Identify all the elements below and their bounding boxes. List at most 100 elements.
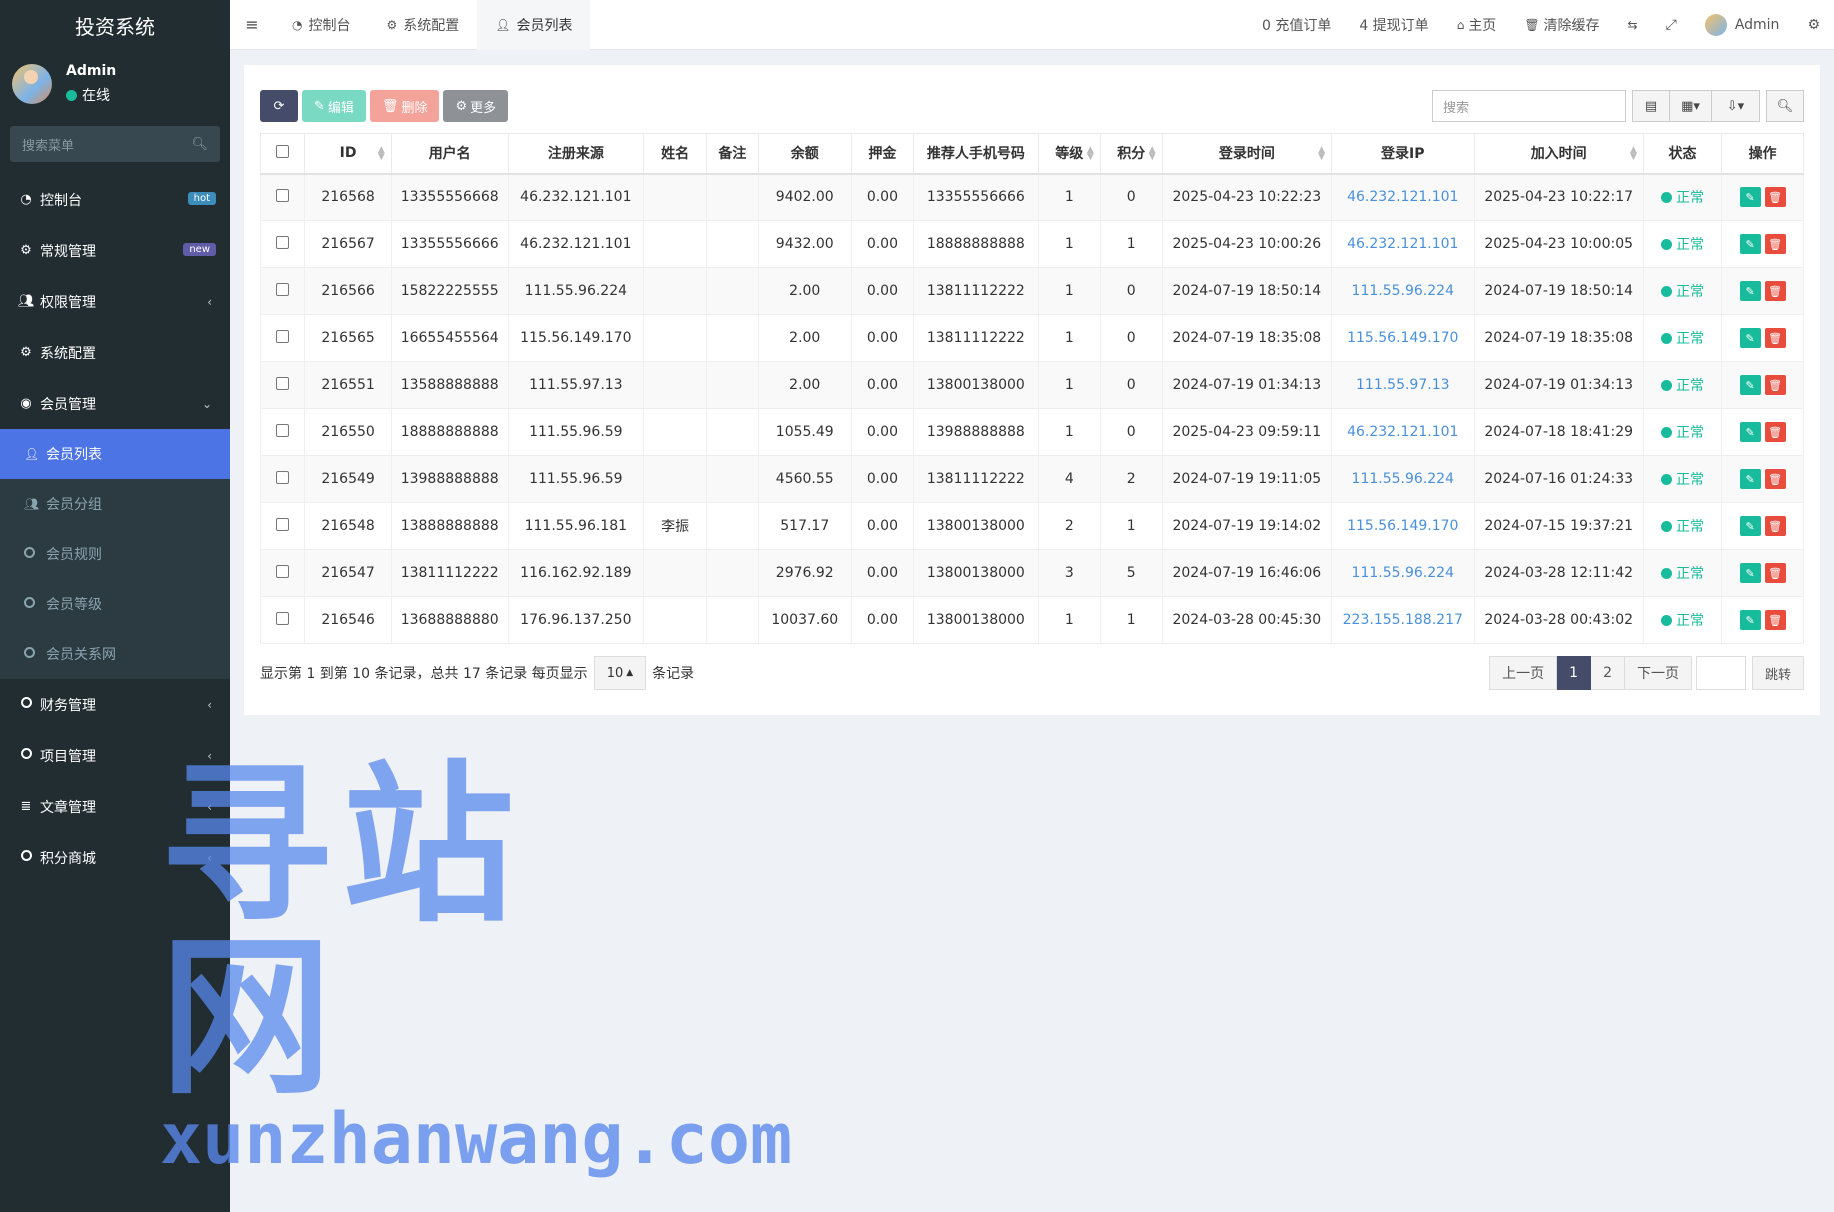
row-checkbox[interactable] <box>276 329 290 343</box>
row-checkbox[interactable] <box>276 517 290 531</box>
row-delete-button[interactable]: 🗑︎ <box>1764 328 1786 348</box>
page-2-button[interactable]: 2 <box>1591 656 1625 690</box>
row-delete-button[interactable]: 🗑︎ <box>1764 375 1786 395</box>
col-login-time[interactable]: 登录时间 ▲ ▼ <box>1161 133 1333 175</box>
row-delete-button[interactable]: 🗑︎ <box>1764 563 1786 583</box>
row-delete-button[interactable]: 🗑︎ <box>1764 187 1786 208</box>
export-button[interactable]: ⇩▾ <box>1712 90 1760 122</box>
tab-member-list[interactable]: 👤︎ 会员列表 <box>477 0 591 50</box>
sidebar-item-member-group[interactable]: 👥︎ 会员分组 <box>0 479 230 529</box>
refresh-button[interactable]: ⟳ <box>260 90 298 122</box>
sidebar-item-config[interactable]: ⚙ 系统配置 <box>0 327 230 378</box>
login-ip-link[interactable]: 115.56.149.170 <box>1347 330 1458 346</box>
sidebar-item-member-network[interactable]: 会员关系网 <box>0 629 230 679</box>
login-ip-link[interactable]: 111.55.96.224 <box>1352 565 1454 581</box>
row-edit-button[interactable]: ✎ <box>1739 375 1761 395</box>
page-1-button[interactable]: 1 <box>1557 656 1592 690</box>
tab-dashboard[interactable]: ◔ 控制台 <box>274 0 368 50</box>
row-checkbox[interactable] <box>276 564 290 578</box>
row-edit-button[interactable]: ✎ <box>1739 234 1761 254</box>
select-all-checkbox[interactable] <box>276 144 290 158</box>
row-delete-button[interactable]: 🗑︎ <box>1764 469 1786 489</box>
row-delete-button[interactable]: 🗑︎ <box>1764 516 1786 536</box>
jump-page-input[interactable] <box>1695 656 1746 690</box>
col-level[interactable]: 等级 ▲ ▼ <box>1037 133 1101 175</box>
login-ip-link[interactable]: 115.56.149.170 <box>1347 518 1458 534</box>
login-ip-link[interactable]: 46.232.121.101 <box>1347 189 1458 205</box>
clear-cache-link[interactable]: 🗑︎ 清除缓存 <box>1510 15 1613 35</box>
table-cell <box>643 173 708 221</box>
row-edit-button[interactable]: ✎ <box>1739 563 1761 583</box>
row-delete-button[interactable]: 🗑︎ <box>1764 234 1786 254</box>
row-delete-button[interactable]: 🗑︎ <box>1764 610 1786 630</box>
sidebar-item-member[interactable]: ◉ 会员管理 ⌄ <box>0 378 230 429</box>
row-edit-button[interactable]: ✎ <box>1739 422 1761 442</box>
row-checkbox[interactable] <box>276 611 290 625</box>
more-button[interactable]: ⚙ 更多 <box>443 90 509 122</box>
row-checkbox[interactable] <box>276 235 290 249</box>
search-icon[interactable]: 🔍︎ <box>191 137 208 152</box>
login-ip-link[interactable]: 46.232.121.101 <box>1347 236 1458 252</box>
sidebar-item-project[interactable]: 项目管理 ‹ <box>0 730 230 781</box>
page-size-select[interactable]: 10 ▲ <box>593 656 647 690</box>
table-search-input[interactable]: 搜索 <box>1432 90 1626 122</box>
sidebar-item-article[interactable]: ≣ 文章管理 ‹ <box>0 781 230 832</box>
row-delete-button[interactable]: 🗑︎ <box>1764 281 1786 301</box>
login-ip-link[interactable]: 111.55.96.224 <box>1352 471 1454 487</box>
actions-cell: ✎ 🗑︎ <box>1721 314 1804 362</box>
login-ip-link[interactable]: 111.55.97.13 <box>1356 377 1450 393</box>
select-all-header[interactable] <box>259 133 306 175</box>
col-join-time[interactable]: 加入时间 ▲ ▼ <box>1473 133 1644 175</box>
row-edit-button[interactable]: ✎ <box>1739 610 1761 630</box>
jump-button[interactable]: 跳转 <box>1751 656 1804 690</box>
table-cell: 1 <box>1037 314 1101 362</box>
row-edit-button[interactable]: ✎ <box>1739 516 1761 536</box>
language-icon[interactable]: ⇆ <box>1614 18 1652 32</box>
row-checkbox[interactable] <box>276 470 290 484</box>
row-checkbox[interactable] <box>276 282 290 296</box>
sidebar-item-dashboard[interactable]: ◔ 控制台 hot <box>0 174 230 225</box>
row-checkbox[interactable] <box>276 423 290 437</box>
row-edit-button[interactable]: ✎ <box>1739 281 1761 301</box>
trash-icon: 🗑︎ <box>1768 237 1783 251</box>
sidebar-item-finance[interactable]: 财务管理 ‹ <box>0 679 230 730</box>
sidebar-item-member-list[interactable]: 👤︎ 会员列表 <box>0 429 230 479</box>
col-points[interactable]: 积分 ▲ ▼ <box>1099 133 1163 175</box>
login-ip-link[interactable]: 46.232.121.101 <box>1347 424 1458 440</box>
row-edit-button[interactable]: ✎ <box>1739 469 1761 489</box>
col-id[interactable]: ID ▲ ▼ <box>304 133 392 175</box>
delete-button[interactable]: 🗑︎ 删除 <box>369 90 440 122</box>
row-checkbox[interactable] <box>276 188 290 202</box>
row-edit-button[interactable]: ✎ <box>1739 328 1761 348</box>
login-ip-link[interactable]: 223.155.188.217 <box>1343 612 1463 628</box>
settings-gear-icon[interactable]: ⚙ <box>1793 17 1834 33</box>
table-cell: 9432.00 <box>757 220 852 268</box>
sidebar-item-general[interactable]: ⚙ 常规管理 new <box>0 225 230 276</box>
edit-button[interactable]: ✎ 编辑 <box>302 90 366 122</box>
columns-button[interactable]: ▦▾ <box>1670 90 1712 122</box>
sidebar-item-member-level[interactable]: 会员等级 <box>0 579 230 629</box>
sidebar-item-member-rule[interactable]: 会员规则 <box>0 529 230 579</box>
sidebar-item-points-mall[interactable]: 积分商城 ‹ <box>0 832 230 883</box>
fullscreen-icon[interactable]: ⤢ <box>1652 17 1691 33</box>
table-cell: 2.00 <box>757 361 852 409</box>
sidebar-search-input[interactable]: 搜索菜单 🔍︎ <box>10 126 220 162</box>
row-edit-button[interactable]: ✎ <box>1739 187 1761 208</box>
row-checkbox[interactable] <box>276 376 290 390</box>
next-page-button[interactable]: 下一页 <box>1624 656 1692 690</box>
table-cell: 2024-07-19 18:35:08 <box>1473 314 1644 362</box>
advanced-search-button[interactable]: 🔍︎ <box>1766 90 1804 122</box>
table-cell <box>706 361 759 409</box>
recharge-orders-link[interactable]: 0 充值订单 <box>1248 15 1345 35</box>
row-delete-button[interactable]: 🗑︎ <box>1764 422 1786 442</box>
toggle-view-button[interactable]: ▤ <box>1632 90 1670 122</box>
tab-config[interactable]: ⚙ 系统配置 <box>368 0 477 50</box>
menu-toggle-icon[interactable]: ≡ <box>230 15 274 34</box>
admin-menu[interactable]: Admin <box>1691 13 1794 36</box>
table-cell: 1 <box>1099 596 1163 644</box>
login-ip-link[interactable]: 111.55.96.224 <box>1352 283 1454 299</box>
sidebar-item-auth[interactable]: 👥︎ 权限管理 ‹ <box>0 276 230 327</box>
prev-page-button[interactable]: 上一页 <box>1489 656 1558 690</box>
withdraw-orders-link[interactable]: 4 提现订单 <box>1345 15 1442 35</box>
home-link[interactable]: ⌂ 主页 <box>1443 15 1511 35</box>
